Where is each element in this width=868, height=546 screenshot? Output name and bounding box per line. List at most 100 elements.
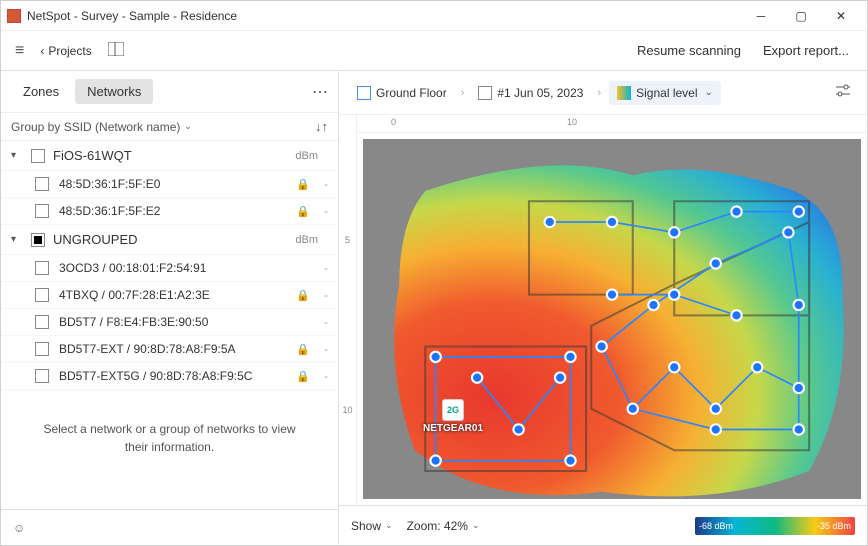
lock-icon: 🔒	[296, 370, 316, 383]
minimize-button[interactable]: ─	[741, 1, 781, 31]
group-by-label: Group by SSID (Network name)	[11, 120, 180, 134]
network-label: BD5T7-EXT / 90:8D:78:A8:F9:5A	[59, 342, 296, 356]
heatmap-svg	[363, 139, 861, 499]
window-title: NetSpot - Survey - Sample - Residence	[27, 9, 741, 23]
sidebar: Zones Networks ⋯ Group by SSID (Network …	[1, 71, 339, 545]
network-label: 48:5D:36:1F:5F:E0	[59, 177, 296, 191]
export-report-button[interactable]: Export report...	[755, 39, 857, 62]
network-value: -	[316, 204, 328, 218]
tab-zones[interactable]: Zones	[11, 79, 71, 104]
metric-selector[interactable]: Signal level ⌄	[609, 81, 721, 105]
group-by-dropdown[interactable]: Group by SSID (Network name) ⌄ ↓↑	[1, 113, 338, 141]
chevron-left-icon: ‹	[40, 44, 44, 58]
chevron-down-icon: ⌄	[385, 520, 393, 531]
content-area: Ground Floor › #1 Jun 05, 2023 › Signal …	[339, 71, 867, 545]
lock-icon: 🔒	[296, 289, 316, 302]
content-footer: Show ⌄ Zoom: 42% ⌄ -68 dBm -35 dBm	[339, 505, 867, 545]
signal-legend: -68 dBm -35 dBm	[695, 517, 855, 535]
network-value: -	[316, 288, 328, 302]
signal-icon	[617, 86, 631, 100]
ruler-tick: 0	[391, 117, 396, 127]
access-point-name: NETGEAR01	[423, 423, 483, 434]
group-name: FiOS-61WQT	[53, 148, 295, 163]
breadcrumb-floor-label: Ground Floor	[376, 86, 447, 100]
ruler-tick: 5	[339, 235, 356, 245]
network-label: BD5T7-EXT5G / 90:8D:78:A8:F9:5C	[59, 369, 296, 383]
sidebar-info-text: Select a network or a group of networks …	[1, 390, 338, 486]
breadcrumb-snapshot[interactable]: #1 Jun 05, 2023	[472, 82, 589, 104]
network-checkbox[interactable]	[35, 315, 49, 329]
network-group-row[interactable]: ▾ FiOS-61WQT dBm	[1, 141, 338, 171]
ruler-vertical: 5 10	[339, 115, 357, 505]
chevron-right-icon: ›	[595, 87, 603, 99]
caret-down-icon: ▾	[11, 234, 23, 245]
layout-icon	[108, 42, 124, 56]
network-row[interactable]: 48:5D:36:1F:5F:E0 🔒 -	[1, 171, 338, 198]
network-checkbox[interactable]	[35, 261, 49, 275]
resume-scanning-button[interactable]: Resume scanning	[629, 39, 749, 62]
breadcrumb-snapshot-label: #1 Jun 05, 2023	[497, 86, 583, 100]
lock-icon: 🔒	[296, 205, 316, 218]
sidebar-footer: ☺	[1, 509, 338, 545]
group-unit: dBm	[295, 150, 318, 162]
zoom-dropdown[interactable]: Zoom: 42% ⌄	[407, 519, 480, 533]
group-name: UNGROUPED	[53, 232, 295, 247]
network-checkbox[interactable]	[35, 177, 49, 191]
chevron-down-icon: ⌄	[184, 121, 192, 132]
network-checkbox[interactable]	[35, 204, 49, 218]
network-group-row[interactable]: ▾ UNGROUPED dBm	[1, 225, 338, 255]
app-window: NetSpot - Survey - Sample - Residence ─ …	[0, 0, 868, 546]
network-label: 48:5D:36:1F:5F:E2	[59, 204, 296, 218]
maximize-button[interactable]: ▢	[781, 1, 821, 31]
show-dropdown[interactable]: Show ⌄	[351, 519, 393, 533]
tab-networks[interactable]: Networks	[75, 79, 153, 104]
breadcrumb-floor[interactable]: Ground Floor	[351, 82, 453, 104]
projects-back-button[interactable]: ‹ Projects	[34, 42, 97, 60]
access-point-marker[interactable]: 2G NETGEAR01	[423, 399, 483, 434]
network-row[interactable]: 4TBXQ / 00:7F:28:E1:A2:3E 🔒 -	[1, 282, 338, 309]
network-list[interactable]: ▾ FiOS-61WQT dBm 48:5D:36:1F:5F:E0 🔒 - 4…	[1, 141, 338, 509]
network-checkbox[interactable]	[35, 369, 49, 383]
close-button[interactable]: ✕	[821, 1, 861, 31]
network-checkbox[interactable]	[35, 288, 49, 302]
network-row[interactable]: BD5T7 / F8:E4:FB:3E:90:50 -	[1, 309, 338, 336]
group-unit: dBm	[295, 234, 318, 246]
menu-button[interactable]: ≡	[11, 40, 28, 62]
visualization-settings-button[interactable]	[831, 80, 855, 105]
network-label: 3OCD3 / 00:18:01:F2:54:91	[59, 261, 296, 275]
calendar-icon	[478, 86, 492, 100]
status-icon[interactable]: ☺	[13, 521, 25, 535]
sidebar-more-button[interactable]: ⋯	[312, 82, 328, 102]
sort-toggle-button[interactable]: ↓↑	[315, 119, 328, 134]
chevron-right-icon: ›	[459, 87, 467, 99]
network-row[interactable]: BD5T7-EXT / 90:8D:78:A8:F9:5A 🔒 -	[1, 336, 338, 363]
network-value: -	[316, 369, 328, 383]
network-row[interactable]: 3OCD3 / 00:18:01:F2:54:91 -	[1, 255, 338, 282]
ruler-tick: 10	[567, 117, 577, 127]
metric-label: Signal level	[636, 86, 697, 100]
chevron-down-icon: ⌄	[472, 520, 480, 531]
heatmap-canvas[interactable]: 2G NETGEAR01	[363, 139, 861, 499]
network-value: -	[316, 315, 328, 329]
sliders-icon	[835, 84, 851, 98]
layout-toggle-button[interactable]	[104, 40, 128, 61]
floor-icon	[357, 86, 371, 100]
lock-icon: 🔒	[296, 178, 316, 191]
main: Zones Networks ⋯ Group by SSID (Network …	[1, 71, 867, 545]
sidebar-tabs: Zones Networks ⋯	[1, 71, 338, 113]
network-value: -	[316, 342, 328, 356]
app-icon	[7, 9, 21, 23]
network-row[interactable]: 48:5D:36:1F:5F:E2 🔒 -	[1, 198, 338, 225]
lock-icon: 🔒	[296, 343, 316, 356]
group-checkbox[interactable]	[31, 149, 45, 163]
network-checkbox[interactable]	[35, 342, 49, 356]
projects-label: Projects	[48, 44, 91, 58]
network-row[interactable]: BD5T7-EXT5G / 90:8D:78:A8:F9:5C 🔒 -	[1, 363, 338, 390]
network-label: BD5T7 / F8:E4:FB:3E:90:50	[59, 315, 296, 329]
group-checkbox[interactable]	[31, 233, 45, 247]
legend-min: -68 dBm	[699, 521, 733, 531]
toolbar: ≡ ‹ Projects Resume scanning Export repo…	[1, 31, 867, 71]
map-area: 5 10 0 10	[339, 115, 867, 505]
legend-max: -35 dBm	[817, 521, 851, 531]
titlebar: NetSpot - Survey - Sample - Residence ─ …	[1, 1, 867, 31]
